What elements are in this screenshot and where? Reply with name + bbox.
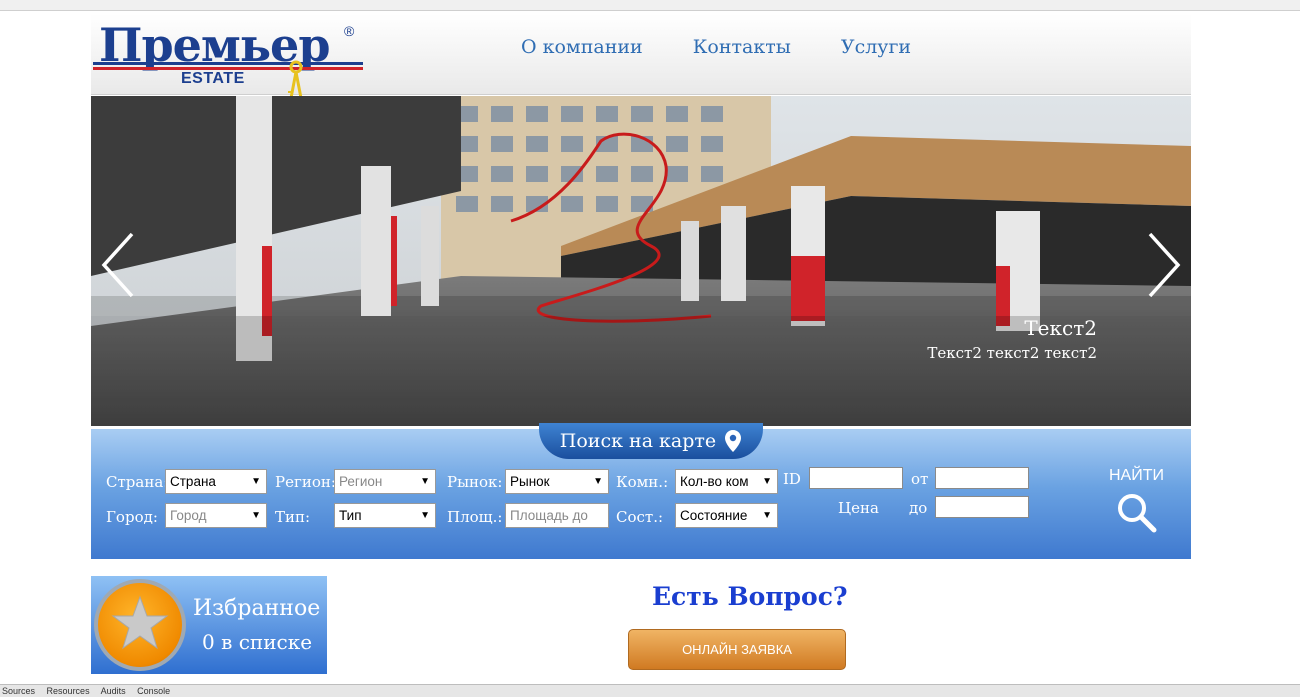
search-panel: Поиск на карте Страна: Страна ▼ Регион: Р…	[91, 423, 1191, 559]
logo[interactable]: Премьер ® ESTATE	[93, 18, 365, 100]
devtools-tab-audits[interactable]: Audits	[101, 686, 126, 696]
map-pin-icon	[725, 430, 742, 452]
caret-down-icon: ▼	[420, 476, 430, 487]
favorites-count: 0 в списке	[202, 630, 313, 654]
region-select-value: Регион	[339, 474, 383, 489]
star-icon	[111, 595, 169, 650]
main-nav: О компании Контакты Услуги	[521, 36, 911, 58]
site-header: Премьер ® ESTATE О компании Контакты Усл…	[91, 14, 1191, 99]
image-slider: Текст2 Текст2 текст2 текст2	[91, 96, 1191, 426]
logo-subtitle: ESTATE	[181, 70, 245, 87]
state-select-value: Состояние	[680, 508, 748, 523]
price-label: Цена	[838, 499, 879, 517]
region-select[interactable]: Регион ▼	[334, 469, 436, 494]
caret-down-icon: ▼	[762, 510, 772, 521]
search-icon	[1117, 494, 1156, 533]
devtools-tabs: Sources Resources Audits Console	[0, 684, 1300, 697]
price-from-input[interactable]	[935, 467, 1029, 489]
id-label: ID	[783, 470, 801, 488]
devtools-tab-console[interactable]: Console	[137, 686, 170, 696]
find-button[interactable]: НАЙТИ	[1109, 467, 1164, 540]
city-select[interactable]: Город ▼	[165, 503, 267, 528]
logo-stripe-blue	[93, 62, 363, 65]
favorites-badge	[94, 579, 186, 671]
online-request-button[interactable]: ОНЛАЙН ЗАЯВКА	[628, 629, 846, 670]
slide-image	[91, 96, 1191, 426]
favorites-widget[interactable]: Избранное 0 в списке	[91, 576, 327, 674]
rooms-select[interactable]: Кол-во ком ▼	[675, 469, 778, 494]
price-to-label: до	[909, 499, 928, 517]
slide-caption-subtitle: Текст2 текст2 текст2	[927, 344, 1097, 362]
find-button-label: НАЙТИ	[1109, 467, 1164, 484]
logo-registered-mark: ®	[344, 23, 355, 39]
question-heading: Есть Вопрос?	[652, 582, 848, 611]
slide-caption: Текст2 Текст2 текст2 текст2	[927, 316, 1097, 362]
chevron-left-icon[interactable]	[99, 230, 139, 300]
price-from-label: от	[911, 470, 929, 488]
area-input-placeholder: Площадь до	[510, 508, 588, 523]
country-select[interactable]: Страна ▼	[165, 469, 267, 494]
area-label: Площ.:	[447, 508, 503, 526]
state-select[interactable]: Состояние ▼	[675, 503, 778, 528]
state-label: Сост.:	[616, 508, 664, 526]
market-label: Рынок:	[447, 473, 503, 491]
caret-down-icon: ▼	[593, 476, 603, 487]
chevron-right-icon[interactable]	[1143, 230, 1183, 300]
favorites-title: Избранное	[193, 596, 321, 621]
country-select-value: Страна	[170, 474, 216, 489]
caret-down-icon: ▼	[420, 510, 430, 521]
id-input[interactable]	[809, 467, 903, 489]
type-select-value: Тип	[339, 508, 362, 523]
nav-services[interactable]: Услуги	[841, 36, 911, 58]
country-label: Страна:	[106, 473, 169, 491]
region-label: Регион:	[275, 473, 336, 491]
devtools-tab-sources[interactable]: Sources	[2, 686, 35, 696]
price-to-input[interactable]	[935, 496, 1029, 518]
map-search-label: Поиск на карте	[559, 430, 717, 452]
area-input[interactable]: Площадь до	[505, 503, 609, 528]
city-select-value: Город	[170, 508, 207, 523]
type-select[interactable]: Тип ▼	[334, 503, 436, 528]
caret-down-icon: ▼	[251, 510, 261, 521]
caret-down-icon: ▼	[762, 476, 772, 487]
type-label: Тип:	[275, 508, 311, 526]
browser-top-bar	[0, 0, 1300, 11]
city-label: Город:	[106, 508, 158, 526]
market-select-value: Рынок	[510, 474, 550, 489]
map-search-tab[interactable]: Поиск на карте	[539, 423, 763, 459]
rooms-label: Комн.:	[616, 473, 669, 491]
devtools-tab-resources[interactable]: Resources	[47, 686, 90, 696]
nav-about[interactable]: О компании	[521, 36, 643, 58]
rooms-select-value: Кол-во ком	[680, 474, 749, 489]
slide-caption-title: Текст2	[1024, 316, 1097, 340]
nav-contacts[interactable]: Контакты	[693, 36, 791, 58]
market-select[interactable]: Рынок ▼	[505, 469, 609, 494]
caret-down-icon: ▼	[251, 476, 261, 487]
